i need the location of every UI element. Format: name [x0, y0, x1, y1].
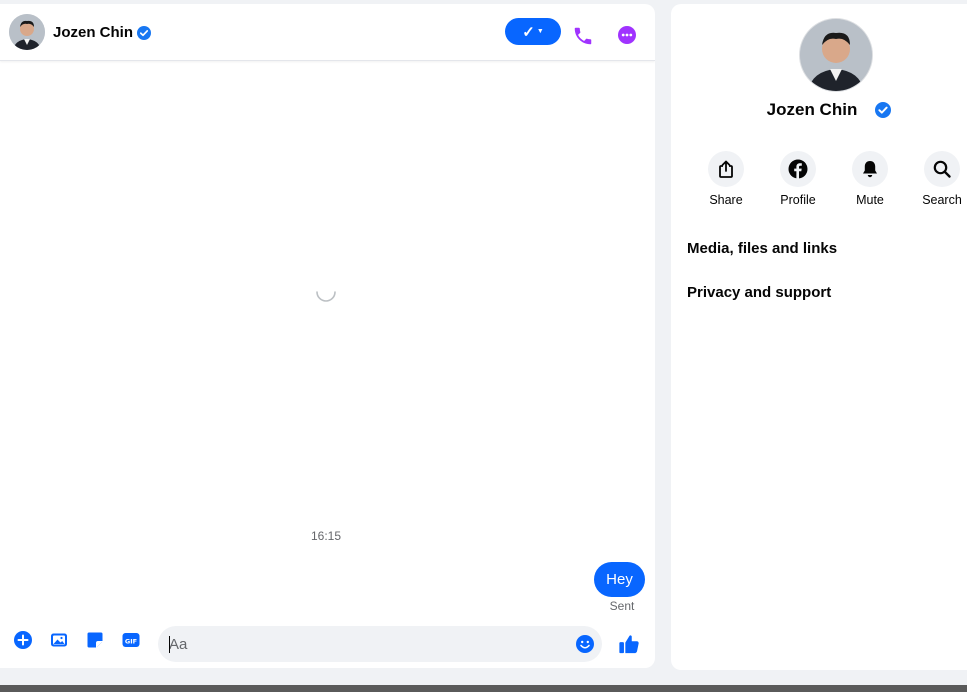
profile-label: Profile [780, 193, 816, 207]
profile-action[interactable]: Profile [768, 151, 828, 207]
share-icon [719, 160, 733, 178]
verified-badge-icon [875, 102, 891, 118]
mute-action-circle [852, 151, 888, 187]
sticker-icon[interactable] [86, 631, 104, 649]
more-options-icon[interactable] [618, 26, 636, 44]
search-icon [933, 160, 951, 178]
gif-icon[interactable]: GIF [122, 631, 140, 649]
loading-spinner-icon [316, 291, 336, 302]
verify-check-button[interactable]: ✓ ▼ [505, 18, 561, 45]
share-action[interactable]: Share [696, 151, 756, 207]
profile-avatar[interactable] [800, 19, 872, 91]
share-label: Share [709, 193, 743, 207]
contact-avatar[interactable] [9, 14, 45, 50]
profile-action-circle [780, 151, 816, 187]
message-status: Sent [609, 599, 635, 613]
message-timestamp: 16:15 [310, 529, 342, 543]
profile-name-text: Jozen Chin [766, 100, 858, 119]
search-action[interactable]: Search [912, 151, 967, 207]
add-circle-icon[interactable] [14, 631, 32, 649]
emoji-icon[interactable] [576, 635, 594, 653]
share-action-circle [708, 151, 744, 187]
mute-action[interactable]: Mute [840, 151, 900, 207]
search-action-circle [924, 151, 960, 187]
text-caret [169, 636, 170, 653]
contact-name[interactable]: Jozen Chin [53, 24, 133, 42]
bell-icon [863, 161, 877, 178]
svg-text:GIF: GIF [125, 637, 137, 645]
mute-label: Mute [856, 193, 884, 207]
media-files-links-section[interactable]: Media, files and links [687, 240, 837, 258]
check-icon: ✓ [522, 23, 535, 41]
os-taskbar [0, 685, 967, 692]
thumbs-up-icon[interactable] [618, 633, 640, 655]
photo-icon[interactable] [50, 631, 68, 649]
chat-panel: Jozen Chin ✓ ▼ 16:15 Hey Sent GIF Aa [0, 4, 655, 668]
verified-badge-icon [137, 26, 151, 40]
search-label: Search [922, 193, 962, 207]
outgoing-message-bubble[interactable]: Hey [594, 562, 645, 597]
profile-name: Jozen Chin [671, 100, 967, 120]
chat-header: Jozen Chin ✓ ▼ [0, 4, 655, 61]
privacy-support-section[interactable]: Privacy and support [687, 284, 831, 302]
audio-call-icon[interactable] [572, 25, 594, 47]
facebook-icon [788, 159, 808, 179]
conversation-info-panel: Jozen Chin Share Profile Mute Search Med… [671, 4, 967, 670]
caret-down-icon: ▼ [536, 28, 544, 35]
message-input[interactable] [158, 626, 602, 662]
